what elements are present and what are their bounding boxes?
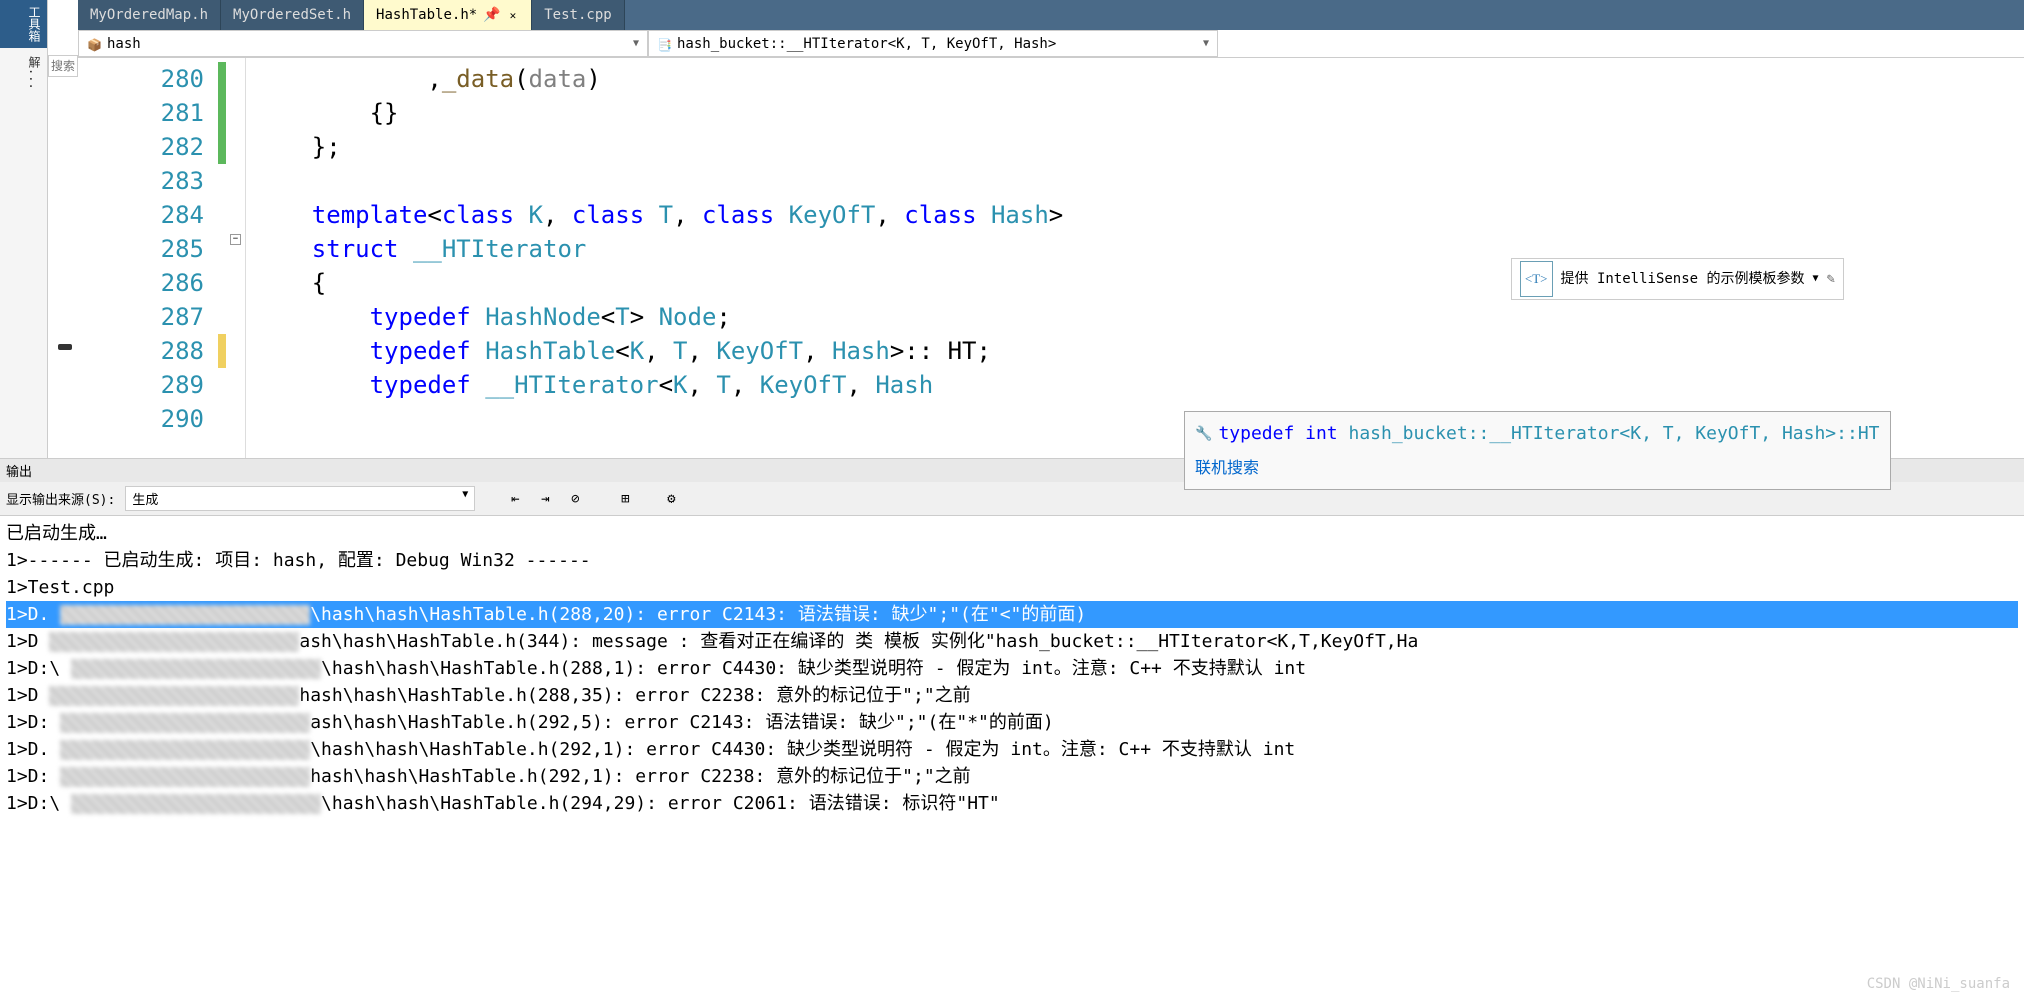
redacted-path [49,686,299,706]
next-message-icon[interactable]: ⇥ [535,489,555,509]
solution-tab[interactable]: 解... [0,48,47,98]
tooltip-text: typedef int hash_bucket::__HTIterator<K,… [1218,417,1879,451]
intellisense-hint[interactable]: <T> 提供 IntelliSense 的示例模板参数 ▼ ✎ [1511,258,1844,300]
output-line[interactable]: 1>D ash\hash\HashTable.h(344): message :… [6,628,2018,655]
left-panel: 工具箱 解... [0,0,48,458]
change-mark [218,198,226,232]
redacted-path [60,740,310,760]
code-editor[interactable]: 280281282283284285286287288289290 − <T> … [78,58,2024,458]
redacted-path [71,794,321,814]
tab-label: MyOrderedMap.h [90,7,208,23]
output-source-select[interactable]: 生成 ▼ [125,486,475,511]
toggle-wrap-icon[interactable]: ⊞ [615,489,635,509]
tab-myorderedset[interactable]: MyOrderedSet.h [221,0,364,30]
file-tabs: MyOrderedMap.h MyOrderedSet.h HashTable.… [78,0,2024,30]
code-line[interactable]: typedef HashTable<K, T, KeyOfT, Hash>:: … [246,334,2024,368]
line-number: 285 [78,232,204,266]
output-line[interactable]: 1>------ 已启动生成: 项目: hash, 配置: Debug Win3… [6,547,2018,574]
online-search-link[interactable]: 联机搜索 [1195,451,1880,485]
code-line[interactable] [246,164,2024,198]
redacted-path [60,605,310,625]
member-selector[interactable]: hash_bucket::__HTIterator<K, T, KeyOfT, … [648,30,1218,57]
output-line[interactable]: 1>D:\ \hash\hash\HashTable.h(288,1): err… [6,655,2018,682]
struct-icon [657,37,671,51]
output-line[interactable]: 1>Test.cpp [6,574,2018,601]
tab-label: HashTable.h* [376,7,477,23]
change-mark [218,266,226,300]
output-line[interactable]: 1>D. \hash\hash\HashTable.h(288,20): err… [6,601,2018,628]
edit-icon[interactable]: ✎ [1827,262,1835,296]
output-content[interactable]: 已启动生成…1>------ 已启动生成: 项目: hash, 配置: Debu… [0,516,2024,821]
line-numbers: 280281282283284285286287288289290 [78,58,218,458]
code-line[interactable]: }; [246,130,2024,164]
change-mark [218,130,226,164]
navigation-bar: hash ▼ hash_bucket::__HTIterator<K, T, K… [78,30,2024,58]
code-line[interactable]: template<class K, class T, class KeyOfT,… [246,198,2024,232]
line-number: 284 [78,198,204,232]
tab-myorderedmap[interactable]: MyOrderedMap.h [78,0,221,30]
chevron-down-icon[interactable]: ▼ [633,38,639,49]
change-mark [218,232,226,266]
output-source-label: 显示输出来源(S): [6,489,115,508]
line-number: 290 [78,402,204,436]
change-mark [218,300,226,334]
redacted-path [71,659,321,679]
chevron-down-icon[interactable]: ▼ [462,489,468,500]
bookmark-marker[interactable] [58,344,72,350]
line-number: 283 [78,164,204,198]
change-mark [218,368,226,402]
change-mark [218,96,226,130]
tab-hashtable[interactable]: HashTable.h* 📌 ✕ [364,0,532,30]
collapse-toggle[interactable]: − [230,234,241,245]
output-line[interactable]: 1>D: ash\hash\HashTable.h(292,5): error … [6,709,2018,736]
folding-column: − [228,58,246,458]
change-mark [218,402,226,436]
breakpoint-margin[interactable] [56,58,76,458]
code-line[interactable]: ,_data(data) [246,62,2024,96]
chevron-down-icon[interactable]: ▼ [1203,38,1209,49]
wrench-icon [1195,416,1212,451]
code-content[interactable]: <T> 提供 IntelliSense 的示例模板参数 ▼ ✎ typedef … [246,58,2024,458]
namespace-icon [87,37,101,51]
scope-text: hash [107,36,141,52]
redacted-path [49,632,299,652]
change-mark [218,334,226,368]
line-number: 286 [78,266,204,300]
tab-testcpp[interactable]: Test.cpp [532,0,624,30]
output-line[interactable]: 已启动生成… [6,520,2018,547]
line-number: 282 [78,130,204,164]
code-line[interactable]: typedef HashNode<T> Node; [246,300,2024,334]
output-line[interactable]: 1>D hash\hash\HashTable.h(288,35): error… [6,682,2018,709]
line-number: 281 [78,96,204,130]
line-number: 280 [78,62,204,96]
redacted-path [60,713,310,733]
tab-label: Test.cpp [544,7,611,23]
pin-icon[interactable]: 📌 [483,7,500,23]
line-number: 288 [78,334,204,368]
clear-icon[interactable]: ⊘ [565,489,585,509]
close-icon[interactable]: ✕ [507,9,520,22]
chevron-down-icon[interactable]: ▼ [1813,262,1819,296]
template-badge: <T> [1520,261,1553,297]
code-line[interactable]: typedef __HTIterator<K, T, KeyOfT, Hash [246,368,2024,402]
redacted-path [60,767,310,787]
watermark: CSDN @NiNi_suanfa [1867,976,2010,992]
settings-icon[interactable]: ⚙ [661,489,681,509]
code-line[interactable]: {} [246,96,2024,130]
quickinfo-tooltip: typedef int hash_bucket::__HTIterator<K,… [1184,411,1891,490]
line-number: 289 [78,368,204,402]
hint-text: 提供 IntelliSense 的示例模板参数 [1561,262,1805,296]
change-mark [218,62,226,96]
change-indicator [218,58,228,458]
line-number: 287 [78,300,204,334]
output-line[interactable]: 1>D:\ \hash\hash\HashTable.h(294,29): er… [6,790,2018,817]
toolbox-tab[interactable]: 工具箱 [0,0,47,48]
tab-label: MyOrderedSet.h [233,7,351,23]
change-mark [218,164,226,198]
member-text: hash_bucket::__HTIterator<K, T, KeyOfT, … [677,36,1056,52]
prev-message-icon[interactable]: ⇤ [505,489,525,509]
output-line[interactable]: 1>D. \hash\hash\HashTable.h(292,1): erro… [6,736,2018,763]
output-line[interactable]: 1>D: hash\hash\HashTable.h(292,1): error… [6,763,2018,790]
scope-selector[interactable]: hash ▼ [78,30,648,57]
